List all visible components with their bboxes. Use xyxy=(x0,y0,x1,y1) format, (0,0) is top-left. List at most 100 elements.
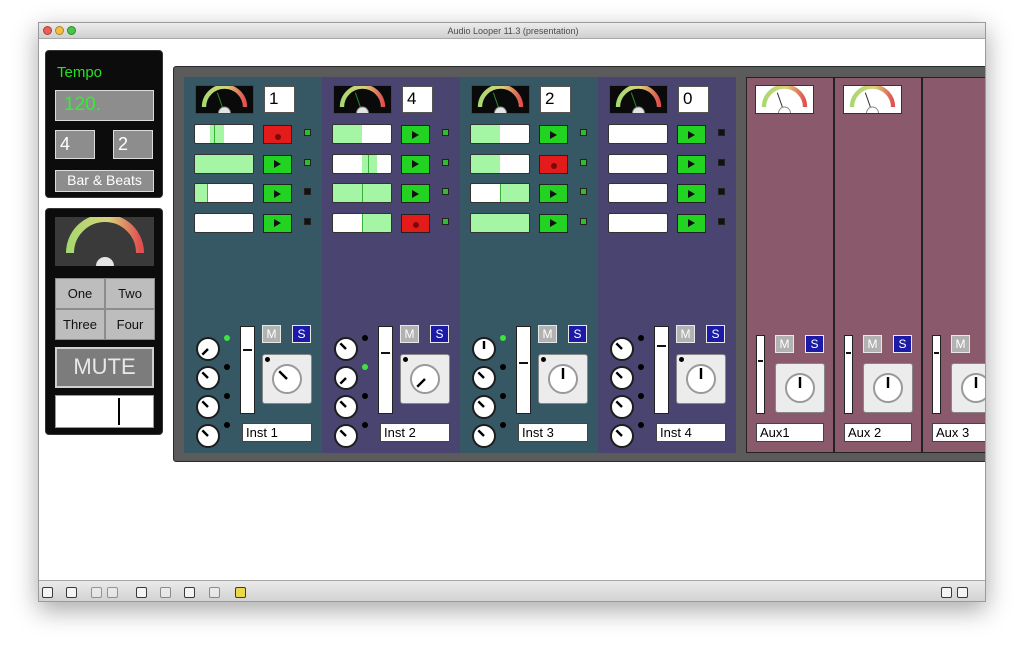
clip-progress-bar[interactable] xyxy=(470,212,530,233)
play-button[interactable] xyxy=(401,184,430,203)
send-knob[interactable] xyxy=(610,424,634,448)
presentation-icon[interactable] xyxy=(66,587,77,598)
loop-count-box[interactable]: 1 xyxy=(264,86,295,113)
channel-name-field[interactable]: Inst 4 xyxy=(656,423,726,442)
aux-mute-toggle[interactable]: M xyxy=(775,335,794,353)
pan-dial[interactable] xyxy=(676,354,726,404)
send-knob[interactable] xyxy=(334,424,358,448)
play-button[interactable] xyxy=(263,154,292,174)
master-slider-handle[interactable] xyxy=(118,398,120,425)
play-button[interactable] xyxy=(539,213,568,233)
output-button-one[interactable]: One xyxy=(55,278,105,309)
aux-volume-fader[interactable] xyxy=(932,335,941,414)
pan-knob[interactable] xyxy=(548,364,578,394)
send-knob[interactable] xyxy=(334,366,358,390)
solo-toggle[interactable]: S xyxy=(292,325,311,343)
volume-fader[interactable] xyxy=(240,326,255,414)
clip-status-checked[interactable] xyxy=(442,217,449,225)
play-button[interactable] xyxy=(677,154,706,174)
send-knob[interactable] xyxy=(472,337,496,361)
pan-knob[interactable] xyxy=(961,373,985,403)
play-button[interactable] xyxy=(677,184,706,203)
play-button[interactable] xyxy=(263,184,292,203)
send-knob[interactable] xyxy=(196,424,220,448)
fader-handle[interactable] xyxy=(758,359,763,362)
volume-fader[interactable] xyxy=(516,326,531,414)
aux-volume-fader[interactable] xyxy=(844,335,853,414)
clip-progress-bar[interactable] xyxy=(194,183,254,203)
clip-progress-bar[interactable] xyxy=(332,124,392,144)
clip-progress-bar[interactable] xyxy=(332,183,392,203)
send-knob[interactable] xyxy=(472,366,496,390)
send-knob[interactable] xyxy=(610,366,634,390)
clip-progress-bar[interactable] xyxy=(332,153,392,174)
clip-status-empty[interactable] xyxy=(304,217,311,225)
loop-count-box[interactable]: 0 xyxy=(678,86,709,113)
clip-status-empty[interactable] xyxy=(718,158,725,166)
mute-toggle[interactable]: M xyxy=(400,325,419,343)
clip-status-checked[interactable] xyxy=(580,129,587,136)
output-button-two[interactable]: Two xyxy=(105,278,155,309)
clip-status-empty[interactable] xyxy=(718,188,725,195)
master-slider[interactable] xyxy=(55,395,154,428)
output-button-four[interactable]: Four xyxy=(105,309,155,340)
solo-toggle[interactable]: S xyxy=(568,325,587,343)
panel-icon[interactable] xyxy=(107,587,118,598)
aux-solo-toggle[interactable]: S xyxy=(893,335,912,353)
play-button[interactable] xyxy=(263,213,292,233)
clip-status-checked[interactable] xyxy=(580,217,587,225)
mute-button[interactable]: MUTE xyxy=(55,347,154,388)
send-knob[interactable] xyxy=(334,337,358,361)
fader-handle[interactable] xyxy=(657,344,666,347)
volume-fader[interactable] xyxy=(378,326,393,414)
send-knob[interactable] xyxy=(472,424,496,448)
channel-name-field[interactable]: Inst 3 xyxy=(518,423,588,442)
clip-progress-bar[interactable] xyxy=(608,124,668,144)
output-button-three[interactable]: Three xyxy=(55,309,105,340)
clip-progress-bar[interactable] xyxy=(194,153,254,174)
loop-count-box[interactable]: 2 xyxy=(540,86,571,113)
aux-name-field[interactable]: Aux 2 xyxy=(844,423,912,442)
clip-progress-bar[interactable] xyxy=(332,212,392,233)
fader-handle[interactable] xyxy=(934,351,939,354)
solo-toggle[interactable]: S xyxy=(706,325,725,343)
clip-progress-bar[interactable] xyxy=(608,212,668,233)
patch-icon[interactable] xyxy=(184,587,195,598)
channel-name-field[interactable]: Inst 2 xyxy=(380,423,450,442)
aux-volume-fader[interactable] xyxy=(756,335,765,414)
fader-handle[interactable] xyxy=(381,351,390,354)
play-button[interactable] xyxy=(401,154,430,174)
clip-status-checked[interactable] xyxy=(580,188,587,195)
pan-knob[interactable] xyxy=(272,364,302,394)
pan-knob[interactable] xyxy=(873,373,903,403)
aux-pan-dial[interactable] xyxy=(775,363,825,413)
pan-knob[interactable] xyxy=(785,373,815,403)
pan-knob[interactable] xyxy=(686,364,716,394)
split-view-right-icon[interactable] xyxy=(957,587,968,598)
loop-count-box[interactable]: 4 xyxy=(402,86,433,113)
send-knob[interactable] xyxy=(334,395,358,419)
clip-progress-bar[interactable] xyxy=(608,183,668,203)
clip-progress-bar[interactable] xyxy=(470,183,530,203)
clip-status-checked[interactable] xyxy=(304,129,311,136)
pan-dial[interactable] xyxy=(262,354,312,404)
play-button[interactable] xyxy=(677,125,706,144)
clip-status-checked[interactable] xyxy=(442,158,449,166)
pan-dial[interactable] xyxy=(400,354,450,404)
clip-status-empty[interactable] xyxy=(718,217,725,225)
send-knob[interactable] xyxy=(610,337,634,361)
time-sig-top-box[interactable]: 4 xyxy=(55,130,95,159)
fader-handle[interactable] xyxy=(519,362,528,365)
send-knob[interactable] xyxy=(196,337,220,361)
aux-mute-toggle[interactable]: M xyxy=(863,335,882,353)
aux-mute-toggle[interactable]: M xyxy=(951,335,970,353)
record-button[interactable] xyxy=(401,213,430,233)
aux-solo-toggle[interactable]: S xyxy=(805,335,824,353)
play-button[interactable] xyxy=(539,125,568,144)
clip-progress-bar[interactable] xyxy=(194,124,254,144)
split-view-left-icon[interactable] xyxy=(941,587,952,598)
play-button[interactable] xyxy=(401,125,430,144)
aux-pan-dial[interactable] xyxy=(863,363,913,413)
plugin-icon[interactable] xyxy=(235,587,246,598)
clip-status-empty[interactable] xyxy=(718,129,725,136)
